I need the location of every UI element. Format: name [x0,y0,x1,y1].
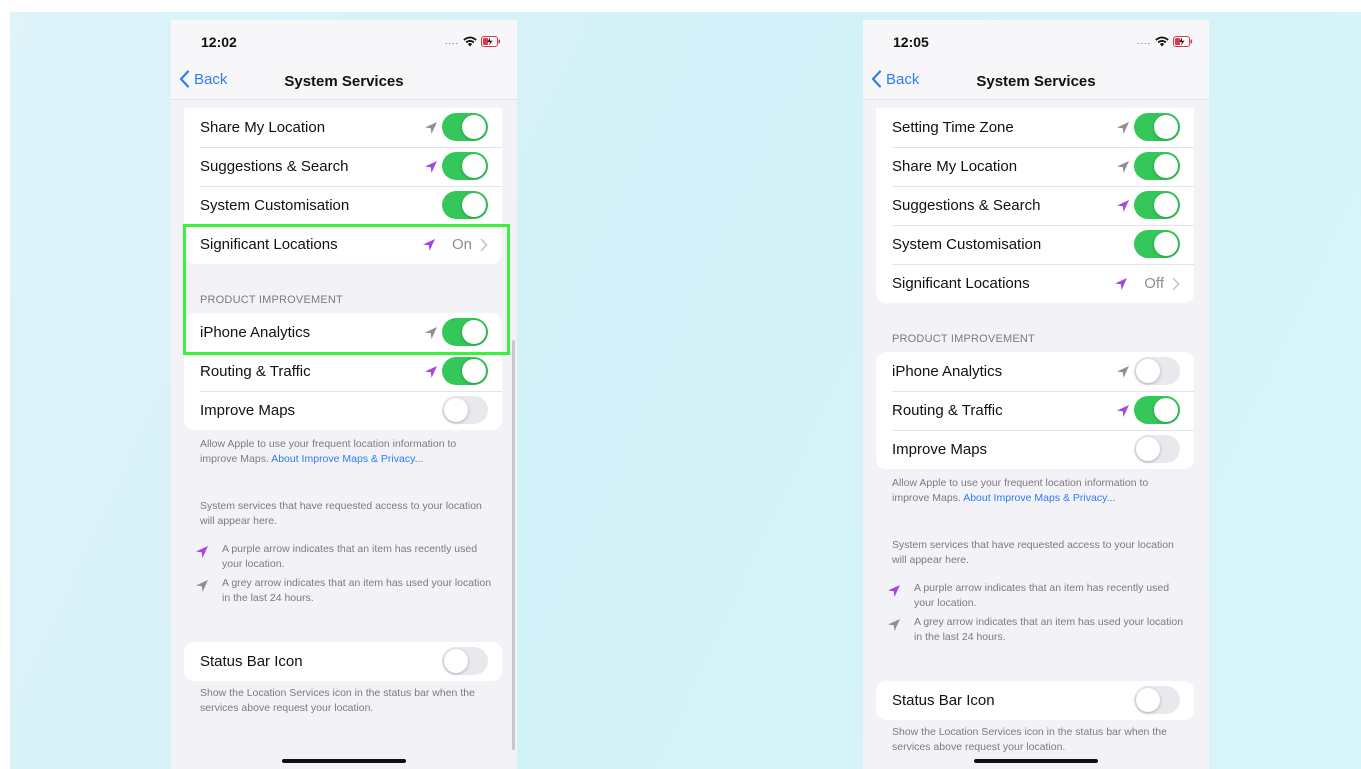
about-improve-maps-link[interactable]: About Improve Maps & Privacy... [271,453,423,465]
scrollbar[interactable] [512,340,515,750]
row-label: Routing & Traffic [200,363,311,380]
legend-text: A purple arrow indicates that an item ha… [914,582,1170,609]
location-services-group: Setting Time Zone Share My Location Sugg… [876,108,1194,303]
settings-row-improve-maps: Improve Maps [876,430,1194,469]
row-label: Status Bar Icon [892,692,995,709]
routing-traffic-toggle[interactable] [442,357,488,385]
status-bar-icon-toggle[interactable] [442,647,488,675]
settings-row-significant-locations[interactable]: Significant Locations Off [876,264,1194,303]
settings-row-system-customisation: System Customisation [184,186,502,225]
grey-location-arrow-icon [196,580,208,592]
home-indicator[interactable] [974,759,1098,763]
product-improvement-group: iPhone Analytics Routing & Traffic Impro… [876,352,1194,469]
status-bar-icon-group: Status Bar Icon [184,642,502,681]
row-label: Significant Locations [892,275,1030,292]
highlight-annotation [183,224,510,355]
row-label: System Customisation [200,197,350,214]
purple-location-arrow-icon [1117,405,1129,417]
status-time: 12:05 [893,34,929,50]
row-label: Suggestions & Search [200,158,349,175]
improve-maps-footnote: Allow Apple to use your frequent locatio… [892,476,1184,506]
settings-row-share-my-location: Share My Location [876,147,1194,186]
system-customisation-toggle[interactable] [442,191,488,219]
status-bar: 12:05 .... [863,20,1209,64]
section-header-product-improvement: PRODUCT IMPROVEMENT [892,333,1035,345]
settings-row-share-my-location: Share My Location [184,108,502,147]
settings-row-status-bar-icon: Status Bar Icon [184,642,502,681]
grey-location-arrow-icon [425,122,437,134]
chevron-right-icon [1172,277,1180,291]
row-label: Status Bar Icon [200,653,303,670]
purple-location-arrow-icon [1117,200,1129,212]
services-note: System services that have requested acce… [892,539,1174,566]
purple-location-arrow-icon [425,366,437,378]
status-bar-icon-group: Status Bar Icon [876,681,1194,720]
status-time: 12:02 [201,34,237,50]
share-my-location-toggle[interactable] [1134,152,1180,180]
share-my-location-toggle[interactable] [442,113,488,141]
grey-location-arrow-icon [1117,161,1129,173]
status-bar-footnote: Show the Location Services icon in the s… [200,687,475,714]
row-label: Setting Time Zone [892,119,1014,136]
row-label: iPhone Analytics [892,363,1003,380]
routing-traffic-toggle[interactable] [1134,396,1180,424]
settings-row-routing-traffic: Routing & Traffic [876,391,1194,430]
row-label: System Customisation [892,236,1042,253]
nav-bar: Back System Services [863,64,1209,100]
status-icons: .... [445,35,501,47]
purple-location-arrow-icon [888,585,900,597]
page-title: System Services [284,73,404,90]
suggestions-search-toggle[interactable] [442,152,488,180]
improve-maps-footnote: Allow Apple to use your frequent locatio… [200,437,492,467]
settings-row-suggestions-search: Suggestions & Search [184,147,502,186]
row-label: Improve Maps [892,441,988,458]
wifi-icon [463,36,477,47]
purple-location-arrow-icon [425,161,437,173]
page-title: System Services [976,73,1096,90]
phone-screenshot-right: 12:05 .... Back System Services Setting … [863,20,1209,769]
services-note: System services that have requested acce… [200,500,482,527]
system-customisation-toggle[interactable] [1134,230,1180,258]
row-label: Suggestions & Search [892,197,1041,214]
status-bar-footnote: Show the Location Services icon in the s… [892,726,1167,753]
nav-bar: Back System Services [171,64,517,100]
signal-dots-icon: .... [444,36,459,46]
significant-locations-value: Off [1144,275,1164,292]
wifi-icon [1155,36,1169,47]
battery-charging-icon [481,35,501,47]
about-improve-maps-link[interactable]: About Improve Maps & Privacy... [963,492,1115,504]
status-bar-icon-toggle[interactable] [1134,686,1180,714]
purple-location-arrow-icon [1115,278,1127,290]
row-label: Routing & Traffic [892,402,1003,419]
improve-maps-toggle[interactable] [1134,435,1180,463]
setting-time-zone-toggle[interactable] [1134,113,1180,141]
row-label: Improve Maps [200,402,296,419]
signal-dots-icon: .... [1136,36,1151,46]
settings-row-setting-time-zone: Setting Time Zone [876,108,1194,147]
improve-maps-toggle[interactable] [442,396,488,424]
settings-row-routing-traffic: Routing & Traffic [184,352,502,391]
iphone-analytics-toggle[interactable] [1134,357,1180,385]
grey-location-arrow-icon [1117,366,1129,378]
purple-location-arrow-icon [196,546,208,558]
legend-text: A grey arrow indicates that an item has … [914,616,1184,643]
legend-text: A grey arrow indicates that an item has … [222,577,492,604]
suggestions-search-toggle[interactable] [1134,191,1180,219]
settings-row-suggestions-search: Suggestions & Search [876,186,1194,225]
settings-row-improve-maps: Improve Maps [184,391,502,430]
status-bar: 12:02 .... [171,20,517,64]
home-indicator[interactable] [282,759,406,763]
grey-location-arrow-icon [1117,122,1129,134]
settings-row-status-bar-icon: Status Bar Icon [876,681,1194,720]
settings-row-iphone-analytics: iPhone Analytics [876,352,1194,391]
battery-charging-icon [1173,35,1193,47]
settings-row-system-customisation: System Customisation [876,225,1194,264]
row-label: Share My Location [200,119,326,136]
legend-text: A purple arrow indicates that an item ha… [222,543,478,570]
status-icons: .... [1137,35,1193,47]
phone-screenshot-left: 12:02 .... Back System Services Share My… [171,20,517,769]
row-label: Share My Location [892,158,1018,175]
grey-location-arrow-icon [888,619,900,631]
